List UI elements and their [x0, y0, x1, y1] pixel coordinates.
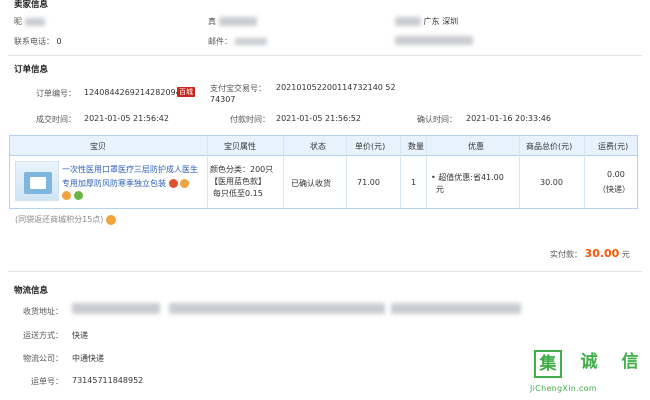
- watermark-char: 信: [621, 352, 639, 372]
- paid-time: 2021-01-05 21:56:52: [276, 114, 361, 123]
- col-divider: [400, 136, 401, 208]
- created-time-label: 成交时间：: [36, 115, 76, 124]
- seller-email-label: 邮件：: [208, 37, 232, 46]
- quantity: 1: [411, 178, 417, 187]
- header-status: 状态: [310, 142, 326, 151]
- col-divider: [207, 136, 208, 208]
- watermark-logo: 集 诚 信 JiChengXin.com: [528, 348, 650, 400]
- divider: [8, 55, 642, 56]
- item-total: 30.00: [540, 178, 563, 187]
- discount-line2: 元: [436, 185, 444, 194]
- seller-nickname-label: 昵: [14, 17, 22, 26]
- tracking-number-label: 运单号：: [31, 377, 63, 386]
- col-divider: [346, 136, 347, 208]
- header-discount: 优惠: [468, 142, 484, 151]
- payment-amount: 30.00: [584, 247, 620, 260]
- paid-time-label: 付款时间：: [230, 115, 270, 124]
- col-divider: [519, 136, 520, 208]
- header-item: 宝贝: [90, 142, 106, 151]
- payment-label: 实付款：: [550, 250, 582, 259]
- order-info-title: 订单信息: [14, 65, 49, 75]
- order-table: 宝贝 宝贝属性 状态 单价(元) 数量 优惠 商品总价(元) 运费(元) 一次性…: [9, 135, 638, 209]
- product-thumbnail[interactable]: [15, 161, 59, 201]
- col-divider: [283, 136, 284, 208]
- redacted-block: [395, 36, 473, 45]
- seller-email-row: 邮件：: [208, 36, 267, 47]
- alipay-number-line2: 74307: [210, 95, 236, 104]
- tracking-number: 73145711848952: [72, 376, 144, 385]
- seller-location-row: 广东 深圳: [395, 16, 458, 27]
- redacted-block: [218, 17, 257, 26]
- order-table-header: 宝贝 宝贝属性 状态 单价(元) 数量 优惠 商品总价(元) 运费(元): [10, 136, 637, 156]
- seller-extra-row: [395, 36, 473, 45]
- help-icon[interactable]: [105, 214, 116, 225]
- created-time: 2021-01-05 21:56:42: [84, 114, 169, 123]
- seller-realname-row: 真: [208, 16, 257, 27]
- header-shipping: 运费(元): [598, 142, 629, 151]
- shipping-fee: 0.00: [607, 170, 625, 179]
- confirm-time-label: 确认时间：: [417, 115, 457, 124]
- service-badge-icon: [62, 191, 71, 200]
- redacted-block: [395, 17, 421, 26]
- address-label: 收货地址：: [23, 307, 63, 316]
- redacted-block: [234, 38, 267, 45]
- product-attr-line3: 每只低至0.15: [213, 189, 263, 198]
- points-note-row: (同袋返还商城积分15点): [15, 214, 116, 225]
- divider: [8, 271, 642, 272]
- col-divider: [584, 136, 585, 208]
- watermark-char: 集: [534, 350, 562, 378]
- header-quantity: 数量: [408, 142, 424, 151]
- alipay-number-line1: 202101052200114732140 52: [276, 83, 396, 92]
- payment-unit: 元: [621, 250, 630, 259]
- discount-line1: • 超值优惠:省41.00: [431, 173, 504, 182]
- product-title-line2[interactable]: 专用加厚防风防寒季独立包装: [62, 179, 166, 188]
- product-title-line2-row: 专用加厚防风防寒季独立包装: [62, 178, 190, 189]
- carrier-label: 物流公司：: [23, 354, 63, 363]
- order-number: 1240844269214282094: [84, 88, 181, 97]
- seller-phone-label: 联系电话：: [14, 37, 54, 46]
- service-badge-icon: [73, 191, 83, 200]
- address-redacted: [72, 303, 522, 314]
- seller-phone: 0: [56, 37, 62, 46]
- redacted-block: [168, 303, 385, 314]
- logistics-title: 物流信息: [14, 286, 49, 296]
- order-status: 已确认收货: [291, 179, 331, 188]
- payment-total-row: 实付款： 30.00 元: [550, 247, 630, 260]
- points-note: (同袋返还商城积分15点): [15, 215, 104, 224]
- watermark-char: 诚: [580, 352, 598, 372]
- header-unit-price: 单价(元): [355, 142, 386, 151]
- shipping-method: （快递）: [598, 185, 630, 194]
- mall-badge-text: 百城: [177, 87, 195, 97]
- redacted-block: [24, 17, 45, 26]
- ship-method: 快递: [72, 331, 88, 340]
- unit-price: 71.00: [357, 178, 380, 187]
- product-title-line1[interactable]: 一次性医用口罩医疗三层防护成人医生: [62, 164, 198, 175]
- seller-info-title: 卖家信息: [14, 0, 49, 10]
- alipay-number-label: 支付宝交易号：: [210, 84, 266, 93]
- seller-realname-label: 真: [208, 17, 216, 26]
- product-image-label: [30, 177, 46, 189]
- col-divider: [426, 136, 427, 208]
- redacted-block: [72, 303, 160, 314]
- seller-location: 广东 深圳: [423, 17, 459, 26]
- watermark-domain: JiChengXin.com: [530, 384, 597, 393]
- service-badge-icon: [180, 179, 190, 188]
- seller-phone-row: 联系电话： 0: [14, 36, 62, 47]
- carrier: 中通快递: [72, 354, 104, 363]
- ship-method-label: 运送方式：: [23, 331, 63, 340]
- service-badge-icon: [168, 179, 178, 188]
- order-number-label: 订单编号：: [36, 89, 76, 98]
- product-attr-line2: 【医用蓝色款】: [210, 177, 266, 186]
- confirm-time: 2021-01-16 20:33:46: [466, 114, 551, 123]
- header-attributes: 宝贝属性: [224, 142, 256, 151]
- redacted-block: [391, 303, 522, 314]
- seller-nickname-row: 昵: [14, 16, 45, 27]
- header-item-total: 商品总价(元): [526, 142, 573, 151]
- product-attr-line1: 颜色分类：200只: [210, 165, 274, 174]
- product-badges-row: [62, 191, 83, 200]
- mall-badge: 百城: [177, 87, 195, 97]
